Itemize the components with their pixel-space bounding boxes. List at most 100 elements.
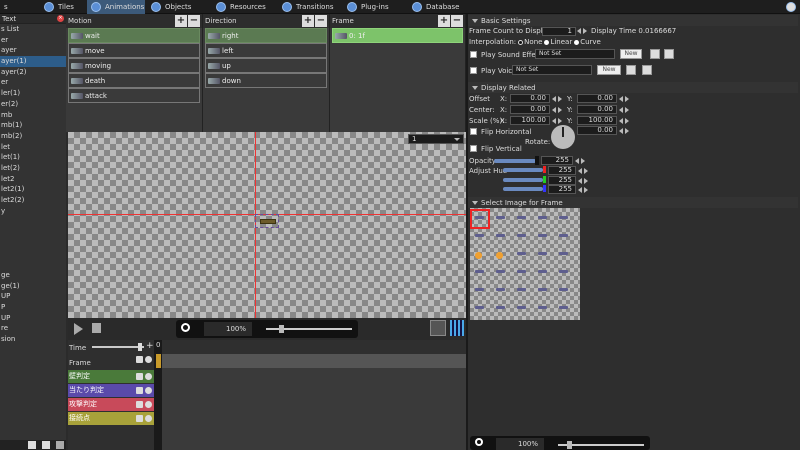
- decrement-icon[interactable]: [619, 118, 623, 124]
- lock-icon[interactable]: [136, 356, 143, 363]
- selected-image-cell[interactable]: [470, 209, 490, 229]
- list-item[interactable]: [0, 238, 66, 249]
- time-slider[interactable]: [92, 346, 144, 348]
- image-zoom-handle[interactable]: [567, 441, 572, 449]
- list-item[interactable]: let: [0, 142, 66, 153]
- sprite-thumbnail[interactable]: [475, 252, 482, 259]
- list-item[interactable]: er(2): [0, 99, 66, 110]
- lock-icon[interactable]: [136, 415, 143, 422]
- frame-track[interactable]: [162, 354, 466, 368]
- increment-icon[interactable]: [558, 118, 562, 124]
- tab-tiles[interactable]: Tiles: [40, 0, 86, 14]
- list-item[interactable]: mb(2): [0, 131, 66, 142]
- decrement-icon[interactable]: [578, 187, 582, 193]
- radio-curve[interactable]: [574, 39, 580, 45]
- grid-toggle-icon[interactable]: [450, 320, 464, 336]
- list-item[interactable]: UP: [0, 313, 66, 324]
- decrement-icon[interactable]: [575, 158, 579, 164]
- eye-icon[interactable]: [145, 387, 152, 394]
- list-item[interactable]: let2: [0, 174, 66, 185]
- increment-icon[interactable]: [584, 187, 588, 193]
- close-icon[interactable]: ×: [57, 15, 64, 22]
- decrement-icon[interactable]: [619, 107, 623, 113]
- flip-vertical-checkbox[interactable]: [470, 145, 477, 152]
- play-sound-checkbox[interactable]: [470, 51, 477, 58]
- remove-frame-button[interactable]: −: [451, 15, 463, 27]
- eye-icon[interactable]: [145, 415, 152, 422]
- stop-icon[interactable]: [92, 323, 101, 333]
- increment-icon[interactable]: [558, 107, 562, 113]
- play-voice-checkbox[interactable]: [470, 67, 477, 74]
- tab-objects[interactable]: Objects: [147, 0, 209, 14]
- direction-item[interactable]: up: [205, 58, 327, 73]
- list-item[interactable]: ler(1): [0, 88, 66, 99]
- frame-item[interactable]: 0: 1f: [332, 28, 463, 43]
- hue-red-handle[interactable]: [543, 166, 546, 173]
- sprite-thumbnail[interactable]: [475, 306, 484, 309]
- play-icon[interactable]: [74, 323, 83, 335]
- flip-horizontal-checkbox[interactable]: [470, 128, 477, 135]
- time-slider-handle[interactable]: [138, 343, 142, 351]
- list-item[interactable]: ayer(1): [0, 56, 66, 67]
- hue-green-input[interactable]: 255: [548, 176, 576, 185]
- zoom-slider-handle[interactable]: [279, 325, 284, 333]
- sprite-thumbnail[interactable]: [496, 270, 505, 273]
- list-item[interactable]: let(1): [0, 152, 66, 163]
- increment-icon[interactable]: [625, 107, 629, 113]
- opacity-slider-handle[interactable]: [535, 156, 539, 165]
- sprite-thumbnail[interactable]: [559, 216, 568, 219]
- remove-direction-button[interactable]: −: [315, 15, 327, 27]
- tab-scene[interactable]: s: [0, 0, 40, 14]
- list-item[interactable]: y: [0, 206, 66, 217]
- add-folder-icon[interactable]: [28, 441, 36, 449]
- list-item[interactable]: [0, 227, 66, 238]
- decrement-icon[interactable]: [578, 168, 582, 174]
- lock-icon[interactable]: [136, 401, 143, 408]
- list-item[interactable]: UP: [0, 291, 66, 302]
- offset-x-input[interactable]: 0.00: [510, 94, 550, 103]
- remove-motion-button[interactable]: −: [188, 15, 200, 27]
- sound-select[interactable]: Not Set: [535, 49, 615, 59]
- image-zoom-value[interactable]: 100%: [496, 438, 544, 450]
- sprite-thumbnail[interactable]: [475, 216, 484, 219]
- sprite-thumbnail[interactable]: [559, 234, 568, 237]
- decrement-icon[interactable]: [578, 178, 582, 184]
- increment-icon[interactable]: [584, 168, 588, 174]
- decrement-icon[interactable]: [552, 96, 556, 102]
- image-selection-grid[interactable]: [470, 208, 580, 320]
- eye-icon[interactable]: [145, 401, 152, 408]
- list-item[interactable]: let2(1): [0, 184, 66, 195]
- add-direction-button[interactable]: +: [302, 15, 314, 27]
- play-voice-icon[interactable]: [626, 65, 636, 75]
- current-frame-marker[interactable]: [156, 354, 161, 368]
- sprite-thumbnail[interactable]: [559, 270, 568, 273]
- sprite-thumbnail[interactable]: [538, 270, 547, 273]
- list-item[interactable]: [0, 216, 66, 227]
- eye-icon[interactable]: [145, 373, 152, 380]
- add-motion-button[interactable]: +: [175, 15, 187, 27]
- scale-y-input[interactable]: 100.00: [577, 116, 617, 125]
- add-frame-button[interactable]: +: [438, 15, 450, 27]
- decrement-icon[interactable]: [552, 107, 556, 113]
- motion-item[interactable]: attack: [68, 88, 200, 103]
- time-plus-icon[interactable]: +: [146, 341, 154, 351]
- lock-icon[interactable]: [136, 387, 143, 394]
- hue-blue-slider[interactable]: [503, 187, 543, 191]
- increment-icon[interactable]: [625, 118, 629, 124]
- list-item[interactable]: mb(1): [0, 120, 66, 131]
- zoom-value[interactable]: 100%: [204, 322, 252, 336]
- basic-settings-header[interactable]: Basic Settings: [468, 15, 798, 26]
- direction-item[interactable]: right: [205, 28, 327, 43]
- voice-select[interactable]: Not Set: [512, 65, 592, 75]
- hue-blue-input[interactable]: 255: [548, 185, 576, 194]
- onion-skin-icon[interactable]: [430, 320, 446, 336]
- tab-resources[interactable]: Resources: [212, 0, 276, 14]
- list-item[interactable]: ayer(2): [0, 67, 66, 78]
- tab-animations[interactable]: Animations: [87, 0, 145, 14]
- sprite-thumbnail[interactable]: [496, 234, 505, 237]
- list-item[interactable]: ge: [0, 270, 66, 281]
- sprite-thumbnail[interactable]: [496, 288, 505, 291]
- list-item[interactable]: re: [0, 323, 66, 334]
- tab-extra[interactable]: [782, 0, 800, 14]
- list-item[interactable]: [0, 248, 66, 259]
